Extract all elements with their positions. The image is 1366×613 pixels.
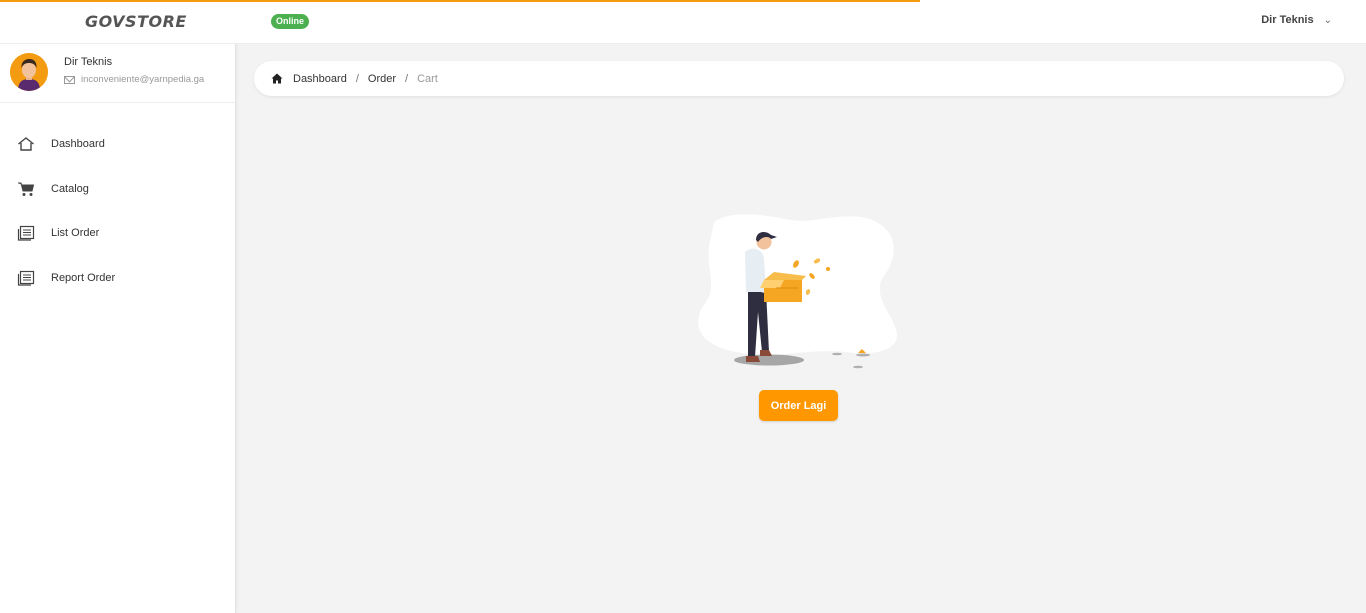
sidebar-menu: Dashboard Catalog List Order Report Orde… [0, 122, 236, 300]
page-load-progress [0, 0, 920, 2]
mail-icon [64, 75, 75, 84]
sidebar-item-label: Report Order [51, 271, 116, 284]
sidebar-item-label: Catalog [51, 182, 89, 195]
user-menu-name: Dir Teknis [1261, 14, 1314, 26]
brand-logo[interactable]: GOVSTORE [85, 12, 187, 31]
sidebar-item-label: List Order [51, 227, 100, 240]
profile-email-text: inconveniente@yarnpedia.ga [81, 74, 205, 85]
home-icon[interactable] [271, 73, 283, 84]
sidebar-item-label: Dashboard [51, 138, 105, 151]
user-menu[interactable]: Dir Teknis ⌄ [1261, 14, 1332, 26]
breadcrumb-order[interactable]: Order [368, 73, 396, 85]
top-header: GOVSTORE Online Dir Teknis ⌄ [0, 0, 1366, 44]
avatar [10, 53, 48, 91]
sidebar: Dir Teknis inconveniente@yarnpedia.ga Da… [0, 44, 236, 613]
breadcrumb-separator: / [405, 72, 409, 85]
cart-icon [17, 180, 35, 198]
report-icon [17, 269, 35, 287]
profile-email: inconveniente@yarnpedia.ga [64, 74, 204, 85]
sidebar-item-report-order[interactable]: Report Order [0, 256, 236, 301]
breadcrumb-cart: Cart [417, 72, 438, 85]
sidebar-profile: Dir Teknis inconveniente@yarnpedia.ga [0, 44, 235, 103]
status-badge: Online [271, 14, 310, 29]
chevron-down-icon: ⌄ [1323, 14, 1332, 26]
home-outline-icon [17, 135, 35, 153]
breadcrumb-separator: / [355, 72, 359, 85]
sidebar-item-dashboard[interactable]: Dashboard [0, 122, 236, 167]
list-icon [17, 224, 35, 242]
sidebar-item-catalog[interactable]: Catalog [0, 167, 236, 212]
empty-cart-illustration [696, 212, 902, 372]
breadcrumb-dashboard[interactable]: Dashboard [293, 73, 347, 85]
profile-name: Dir Teknis [64, 56, 113, 68]
order-again-button[interactable]: Order Lagi [759, 390, 838, 421]
sidebar-item-list-order[interactable]: List Order [0, 211, 236, 256]
breadcrumb: Dashboard / Order / Cart [254, 61, 1344, 96]
